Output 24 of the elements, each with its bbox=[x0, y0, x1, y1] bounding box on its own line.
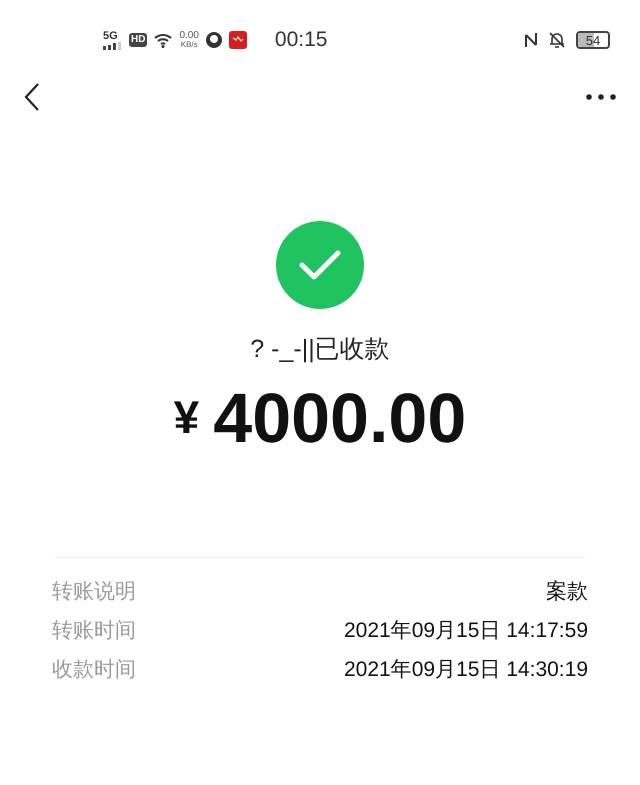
currency-symbol: ¥ bbox=[174, 390, 200, 445]
muted-bell-icon bbox=[548, 31, 566, 49]
detail-value: 案款 bbox=[546, 578, 588, 605]
clock-time: 00:15 bbox=[274, 27, 328, 54]
speed-unit: KB/s bbox=[180, 41, 198, 49]
amount: 4000.00 bbox=[213, 382, 466, 452]
detail-label: 转账说明 bbox=[52, 578, 136, 605]
detail-label: 收款时间 bbox=[52, 656, 136, 683]
back-icon[interactable] bbox=[24, 83, 40, 111]
detail-label: 转账时间 bbox=[52, 618, 136, 644]
payee-status: ? -_-||已收款 bbox=[250, 334, 390, 365]
app-icon bbox=[228, 31, 247, 49]
success-check-icon bbox=[276, 221, 364, 309]
network-label: 5G bbox=[103, 30, 118, 42]
signal-icon bbox=[103, 42, 123, 50]
app-icon bbox=[204, 31, 223, 49]
more-icon[interactable] bbox=[586, 94, 616, 100]
detail-value: 2021年09月15日 14:17:59 bbox=[344, 618, 588, 644]
hd-badge: HD bbox=[129, 33, 148, 47]
battery-level: 54 bbox=[584, 33, 602, 47]
detail-value: 2021年09月15日 14:30:19 bbox=[344, 656, 588, 683]
speed-value: 0.00 bbox=[179, 31, 199, 41]
wifi-icon bbox=[153, 32, 174, 48]
nfc-icon bbox=[524, 31, 538, 49]
